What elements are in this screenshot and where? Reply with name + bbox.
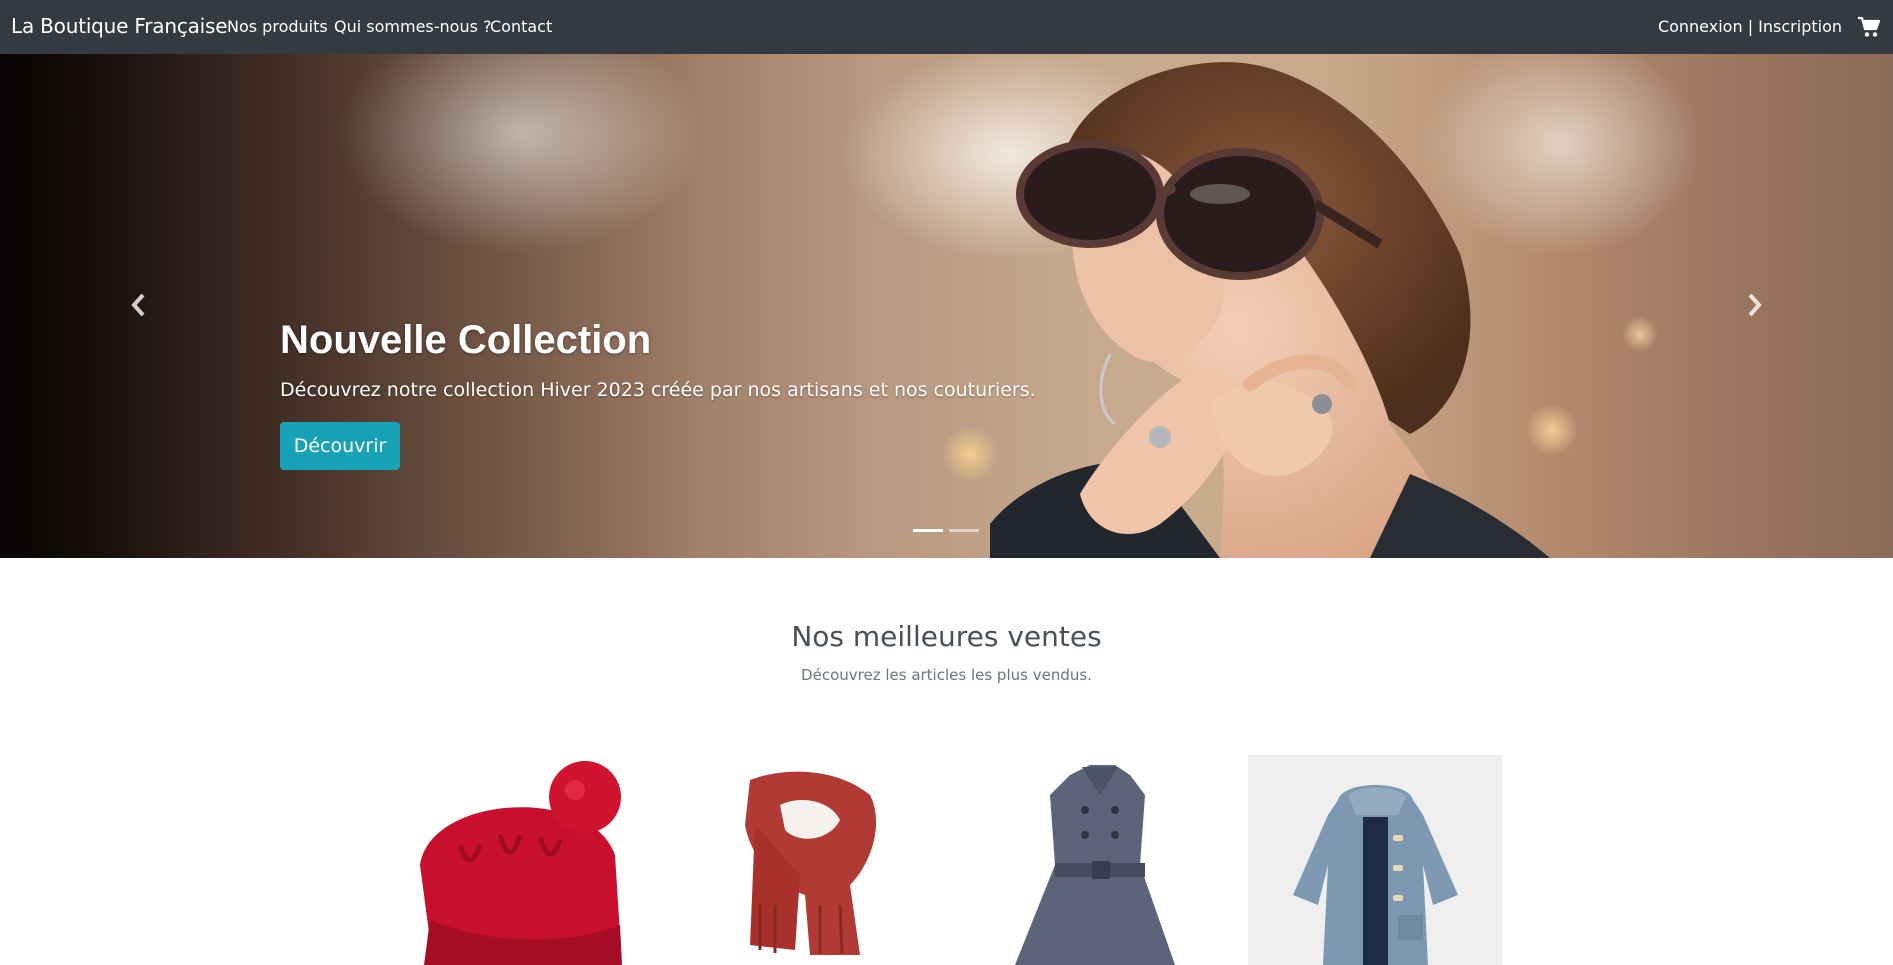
product-image-coat bbox=[970, 755, 1224, 965]
product-card-beanie[interactable] bbox=[400, 755, 654, 965]
hero-carousel: Nouvelle Collection Découvrez notre coll… bbox=[0, 54, 1893, 558]
nav-link-about[interactable]: Qui sommes-nous ? bbox=[334, 17, 492, 36]
product-card-coat[interactable] bbox=[970, 755, 1224, 965]
carousel-indicator-2[interactable] bbox=[949, 529, 979, 532]
discover-button[interactable]: Découvrir bbox=[280, 422, 400, 470]
bestsellers-title: Nos meilleures ventes bbox=[791, 620, 1102, 653]
product-image-scarf bbox=[680, 755, 934, 965]
product-image-beanie bbox=[400, 755, 654, 965]
product-card-parka[interactable] bbox=[1248, 755, 1502, 965]
nav-link-contact[interactable]: Contact bbox=[490, 17, 552, 36]
carousel-next-icon[interactable] bbox=[1745, 290, 1765, 320]
nav-separator: | bbox=[1747, 17, 1754, 36]
signup-link[interactable]: Inscription bbox=[1758, 17, 1842, 36]
navbar: La Boutique Française Nos produits Qui s… bbox=[0, 0, 1893, 54]
hero-title: Nouvelle Collection bbox=[280, 318, 652, 362]
nav-link-products[interactable]: Nos produits bbox=[227, 17, 328, 36]
hero-model-image bbox=[990, 62, 1550, 558]
product-image-parka bbox=[1248, 755, 1502, 965]
hero-shade bbox=[0, 54, 700, 558]
brand-logo[interactable]: La Boutique Française bbox=[11, 14, 228, 38]
hero-caption: Nouvelle Collection Découvrez notre coll… bbox=[280, 318, 1036, 402]
account-links: Connexion | Inscription bbox=[1658, 17, 1842, 36]
carousel-prev-icon[interactable] bbox=[128, 290, 148, 320]
carousel-indicator-1[interactable] bbox=[913, 529, 943, 532]
carousel-indicators bbox=[913, 529, 979, 532]
product-card-scarf[interactable] bbox=[680, 755, 934, 965]
cart-icon[interactable] bbox=[1857, 16, 1881, 38]
login-link[interactable]: Connexion bbox=[1658, 17, 1743, 36]
bestsellers-subtitle: Découvrez les articles les plus vendus. bbox=[801, 666, 1092, 684]
hero-subtitle: Découvrez notre collection Hiver 2023 cr… bbox=[280, 379, 1036, 401]
